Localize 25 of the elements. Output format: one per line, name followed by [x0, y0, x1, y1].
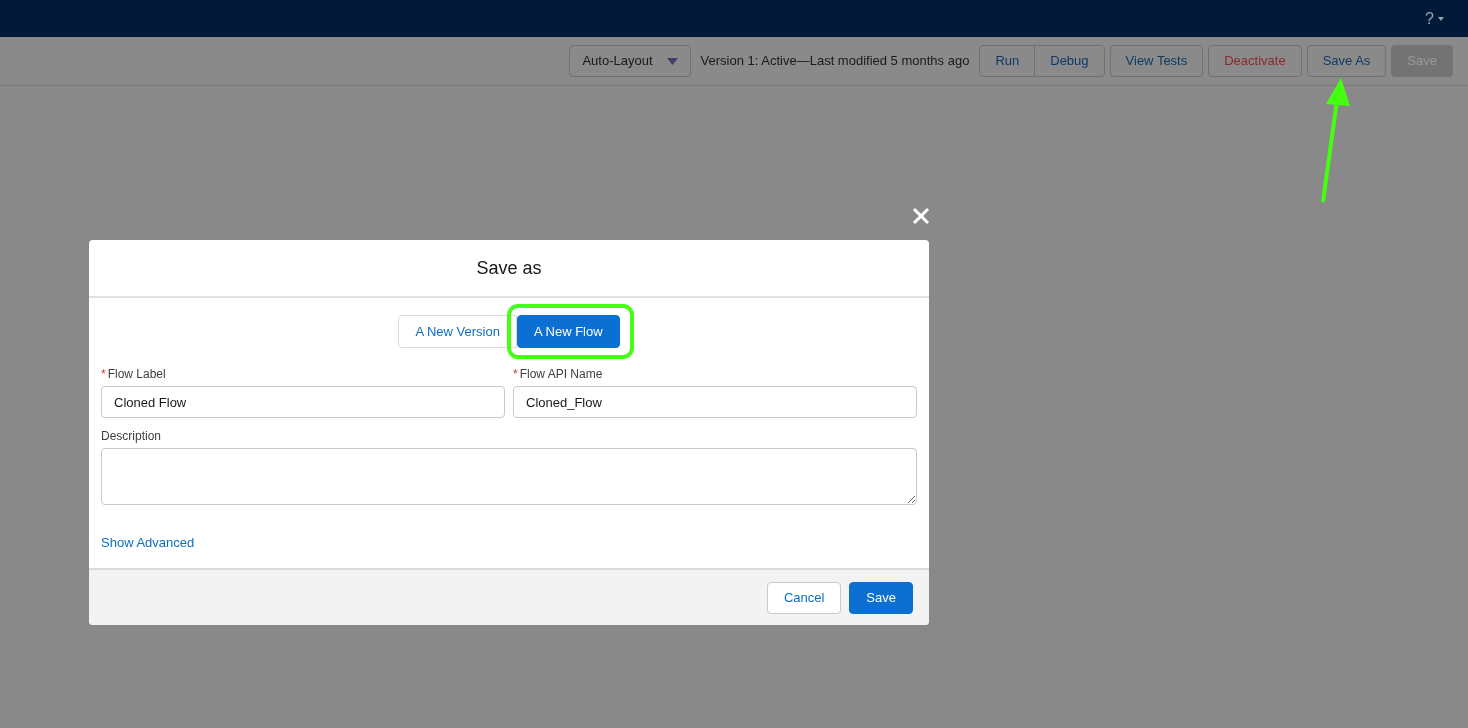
option-button[interactable]: A New Version: [398, 315, 517, 348]
field-label: Description: [101, 428, 163, 445]
text-field[interactable]: Cloned Flow: [101, 386, 505, 418]
text-field[interactable]: Cloned_Flow: [513, 386, 917, 418]
close-icon[interactable]: [911, 206, 931, 226]
option-button[interactable]: A New Flow: [516, 315, 620, 348]
field-label: Flow Label: [107, 366, 166, 383]
layout-select[interactable]: Auto-Layout: [569, 45, 691, 77]
version-status: Version 1: Active—Last modified 5 months ago: [700, 52, 970, 71]
toolbar-button[interactable]: Deactivate: [1208, 45, 1302, 77]
required-asterisk: *: [101, 366, 106, 383]
toolbar-button[interactable]: Save As: [1306, 45, 1387, 77]
caret-icon: [1438, 16, 1444, 21]
modal-title: Save as: [476, 256, 542, 280]
required-asterisk: *: [513, 366, 518, 383]
field-label: Flow API Name: [519, 366, 603, 383]
help-menu[interactable]: ?: [1425, 6, 1444, 31]
toolbar-button[interactable]: Debug: [1035, 45, 1105, 77]
description-field[interactable]: [101, 448, 917, 505]
toolbar-button[interactable]: Run: [979, 45, 1036, 77]
footer-button[interactable]: Cancel: [766, 581, 842, 614]
caret-icon: [666, 57, 678, 65]
footer-button[interactable]: Save: [849, 581, 913, 614]
show-advanced-link[interactable]: Show Advanced: [101, 533, 195, 553]
toolbar-button[interactable]: View Tests: [1109, 45, 1204, 77]
